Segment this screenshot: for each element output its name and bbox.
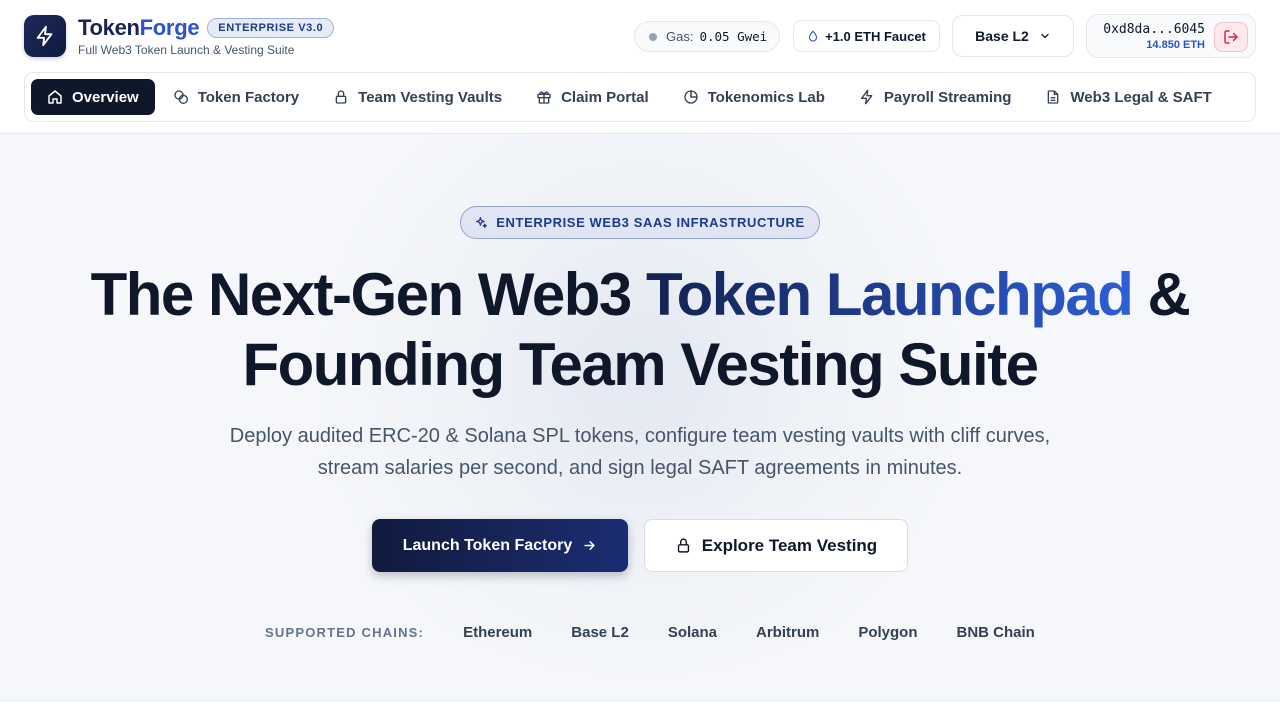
logout-button[interactable] <box>1214 22 1248 52</box>
lock-icon <box>335 90 347 104</box>
lightning-bolt-icon <box>24 15 66 57</box>
explore-team-vesting-button[interactable]: Explore Team Vesting <box>644 519 908 572</box>
hero-title: The Next-Gen Web3 Token Launchpad & Foun… <box>90 261 1191 398</box>
brand[interactable]: TokenForge ENTERPRISE V3.0 Full Web3 Tok… <box>24 15 335 57</box>
brand-name: TokenForge <box>78 15 200 40</box>
chain-polygon: Polygon <box>858 623 918 641</box>
hero-description: Deploy audited ERC-20 & Solana SPL token… <box>229 425 1051 479</box>
faucet-label: +1.0 ETH Faucet <box>825 28 926 44</box>
chain-arbitrum: Arbitrum <box>756 623 820 641</box>
coins-icon <box>174 90 188 104</box>
home-icon <box>48 90 62 104</box>
tab-label: Team Vesting Vaults <box>358 88 503 106</box>
gas-indicator: Gas: 0.05 Gwei <box>634 21 780 52</box>
zap-icon <box>860 89 873 105</box>
chain-solana: Solana <box>667 623 717 641</box>
gas-label: Gas: <box>666 29 694 44</box>
wallet-balance: 14.850 ETH <box>1146 39 1205 51</box>
droplet-icon <box>809 30 818 42</box>
document-icon <box>1048 90 1059 104</box>
tab-token-factory[interactable]: Token Factory <box>157 79 315 115</box>
hero-title-highlight: Token Launchpad <box>645 261 1134 328</box>
arrow-right-icon <box>584 541 595 550</box>
tab-label: Payroll Streaming <box>883 88 1012 106</box>
chain-select[interactable]: Base L2 <box>952 15 1074 57</box>
tab-label: Overview <box>72 88 139 106</box>
tab-payroll-streaming[interactable]: Payroll Streaming <box>843 79 1028 115</box>
cta-secondary-label: Explore Team Vesting <box>701 535 878 555</box>
tab-web3-legal-saft[interactable]: Web3 Legal & SAFT <box>1029 79 1227 115</box>
top-header: TokenForge ENTERPRISE V3.0 Full Web3 Tok… <box>0 0 1280 134</box>
brand-subtitle: Full Web3 Token Launch & Vesting Suite <box>78 43 295 57</box>
chevron-down-icon <box>1041 33 1049 39</box>
tab-label: Token Factory <box>197 88 300 106</box>
chain-ethereum: Ethereum <box>463 623 533 641</box>
chain-select-value: Base L2 <box>975 28 1029 44</box>
wallet-address: 0xd8da...6045 <box>1103 22 1205 37</box>
tab-overview[interactable]: Overview <box>31 79 155 115</box>
tab-label: Web3 Legal & SAFT <box>1070 88 1212 106</box>
tab-tokenomics-lab[interactable]: Tokenomics Lab <box>667 79 841 115</box>
tab-claim-portal[interactable]: Claim Portal <box>520 79 665 115</box>
cta-primary-label: Launch Token Factory <box>402 536 573 554</box>
hero-title-line2: Founding Team Vesting Suite <box>242 331 1039 398</box>
pie-chart-icon <box>683 90 698 104</box>
main-nav: Overview Token Factory Team Vesting Vaul… <box>24 72 1256 122</box>
logout-icon <box>1224 30 1238 44</box>
tab-label: Tokenomics Lab <box>707 88 825 106</box>
tab-team-vesting-vaults[interactable]: Team Vesting Vaults <box>317 79 518 115</box>
lock-icon <box>677 538 689 553</box>
wallet-widget[interactable]: 0xd8da...6045 14.850 ETH <box>1086 14 1256 58</box>
version-badge: ENTERPRISE V3.0 <box>207 18 335 38</box>
gas-value: 0.05 Gwei <box>699 29 768 44</box>
gift-icon <box>537 91 551 104</box>
hero-pill: ENTERPRISE WEB3 SAAS INFRASTRUCTURE <box>460 206 820 239</box>
hero-pill-text: ENTERPRISE WEB3 SAAS INFRASTRUCTURE <box>496 215 805 230</box>
launch-token-factory-button[interactable]: Launch Token Factory <box>372 519 628 572</box>
sparkles-icon <box>476 217 488 228</box>
hero-section: ENTERPRISE WEB3 SAAS INFRASTRUCTURE The … <box>0 135 1280 700</box>
chains-label: SUPPORTED CHAINS: <box>265 624 425 640</box>
tab-label: Claim Portal <box>561 88 649 106</box>
status-dot <box>649 32 657 41</box>
chain-bnb-chain: BNB Chain <box>956 623 1035 641</box>
brand-text: TokenForge ENTERPRISE V3.0 Full Web3 Tok… <box>78 15 335 57</box>
next-section-edge <box>0 701 1280 720</box>
supported-chains: SUPPORTED CHAINS: Ethereum Base L2 Solan… <box>265 622 1074 642</box>
faucet-button[interactable]: +1.0 ETH Faucet <box>793 20 940 52</box>
chain-base-l2: Base L2 <box>571 623 629 641</box>
